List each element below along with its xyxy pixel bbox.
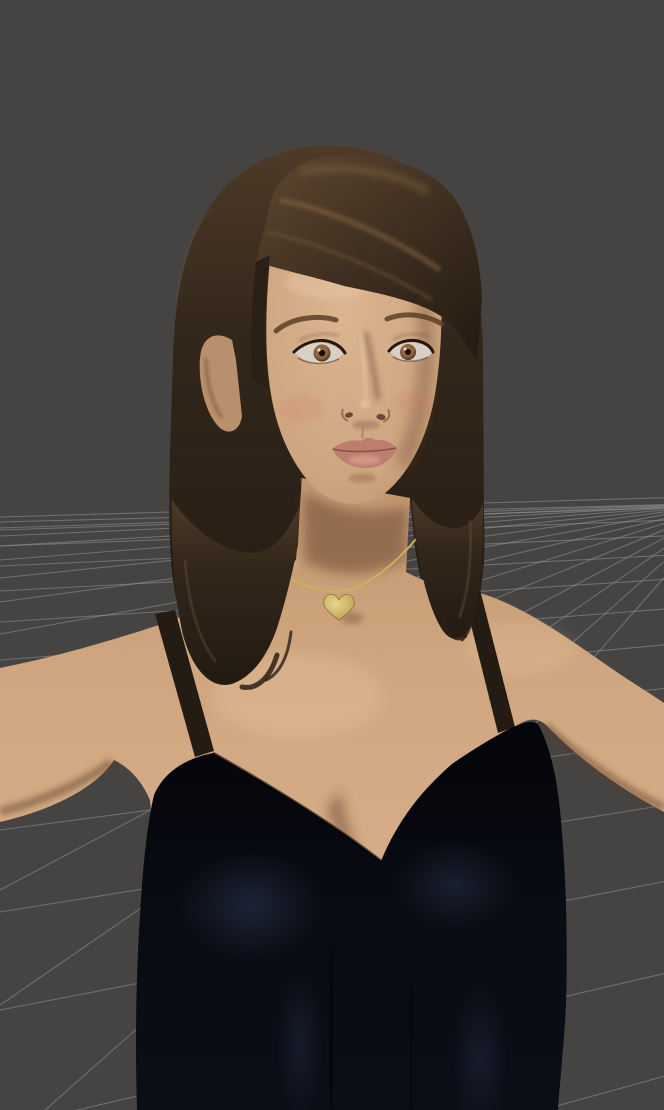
dress-fold-1 (324, 949, 338, 1110)
chin-shadow (348, 473, 376, 483)
dress-sheen-1 (178, 849, 322, 961)
3d-viewport[interactable] (0, 0, 664, 1110)
dress-sheen-2 (393, 839, 517, 931)
blush-left (280, 394, 324, 422)
dress-fold-2 (405, 984, 417, 1110)
blush-right (394, 390, 430, 414)
scene-svg (0, 0, 664, 1110)
